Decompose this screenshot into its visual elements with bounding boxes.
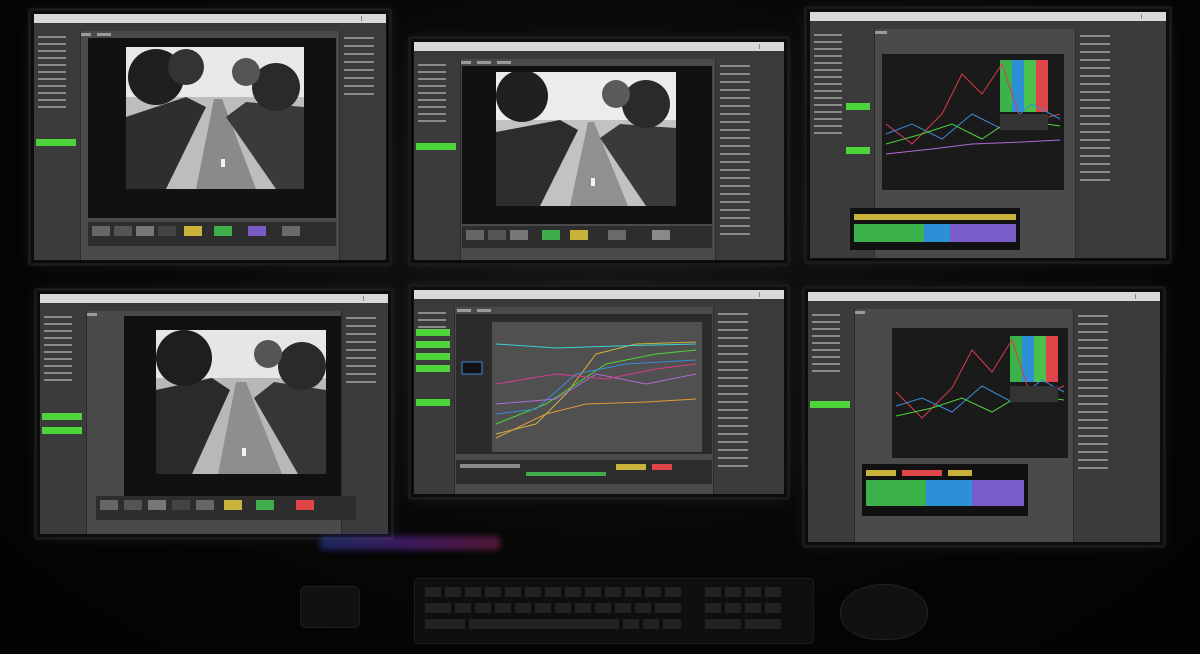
title-bar (34, 14, 386, 23)
menu-bar (34, 23, 386, 36)
green-button[interactable] (416, 353, 450, 360)
street-photo (126, 47, 304, 189)
green-button[interactable] (416, 341, 450, 348)
window-controls-icon[interactable] (361, 16, 382, 21)
green-button[interactable] (846, 147, 870, 154)
menu-bar (40, 303, 388, 316)
scope-panel (882, 54, 1064, 190)
screen (810, 12, 1166, 258)
left-panel (414, 307, 455, 494)
window-controls-icon[interactable] (759, 44, 780, 49)
title-bar (40, 294, 388, 303)
rgb-keyboard-glow (320, 536, 500, 550)
title-bar (810, 12, 1166, 21)
monitor-top-right (804, 6, 1172, 264)
green-button[interactable] (416, 329, 450, 336)
image-viewer (124, 316, 356, 496)
menu-bar (414, 51, 784, 64)
image-viewer (88, 38, 336, 218)
curve-graph (461, 322, 702, 452)
filmstrip (88, 222, 336, 246)
window-controls-icon[interactable] (1135, 294, 1156, 299)
curve-panel (456, 314, 712, 454)
title-bar (808, 292, 1160, 301)
green-button[interactable] (416, 143, 456, 150)
screen (808, 292, 1160, 542)
left-panel (40, 311, 87, 534)
menu-bar (414, 299, 784, 312)
screen (34, 14, 386, 260)
screen (414, 42, 784, 260)
image-viewer (462, 66, 712, 224)
right-panel (1075, 29, 1166, 258)
right-panel (713, 307, 784, 494)
green-button[interactable] (416, 365, 450, 372)
desk-scene (0, 0, 1200, 654)
menu-bar (808, 301, 1160, 314)
screen (414, 290, 784, 494)
monitor-bottom-right (802, 286, 1166, 548)
timeline-graph (850, 208, 1020, 250)
left-panel (414, 59, 461, 260)
right-panel (339, 31, 386, 260)
scope-graph (882, 54, 1064, 190)
keyboard-keys (425, 587, 781, 629)
screen (40, 294, 388, 534)
green-button[interactable] (42, 427, 82, 434)
scope-graph (892, 328, 1068, 458)
filmstrip (96, 496, 356, 520)
monitor-bottom-center (408, 284, 790, 500)
speaker (300, 586, 360, 628)
mouse[interactable] (840, 584, 928, 640)
photo-image (156, 330, 326, 474)
photo-image (126, 47, 304, 189)
monitor-bottom-left (34, 288, 394, 540)
color-timeline (862, 464, 1028, 516)
green-button[interactable] (810, 401, 850, 408)
left-panel (808, 309, 855, 542)
monitor-top-left (28, 8, 392, 266)
title-bar (414, 290, 784, 299)
green-button[interactable] (416, 399, 450, 406)
right-panel (1073, 309, 1160, 542)
photo-image (496, 72, 676, 206)
street-photo (156, 330, 326, 474)
window-controls-icon[interactable] (1141, 14, 1162, 19)
menu-bar (810, 21, 1166, 34)
window-controls-icon[interactable] (759, 292, 780, 297)
timeline-graph (862, 464, 1028, 516)
keyboard[interactable] (414, 578, 814, 644)
title-bar (414, 42, 784, 51)
green-button[interactable] (42, 413, 82, 420)
right-panel (715, 59, 784, 260)
left-panel (34, 31, 81, 260)
color-timeline (850, 208, 1020, 250)
window-controls-icon[interactable] (363, 296, 384, 301)
green-button[interactable] (846, 103, 870, 110)
green-button[interactable] (36, 139, 76, 146)
monitor-top-center (408, 36, 790, 266)
timeline (456, 460, 712, 484)
street-photo (496, 72, 676, 206)
scope-panel (892, 328, 1068, 458)
filmstrip (462, 226, 712, 248)
